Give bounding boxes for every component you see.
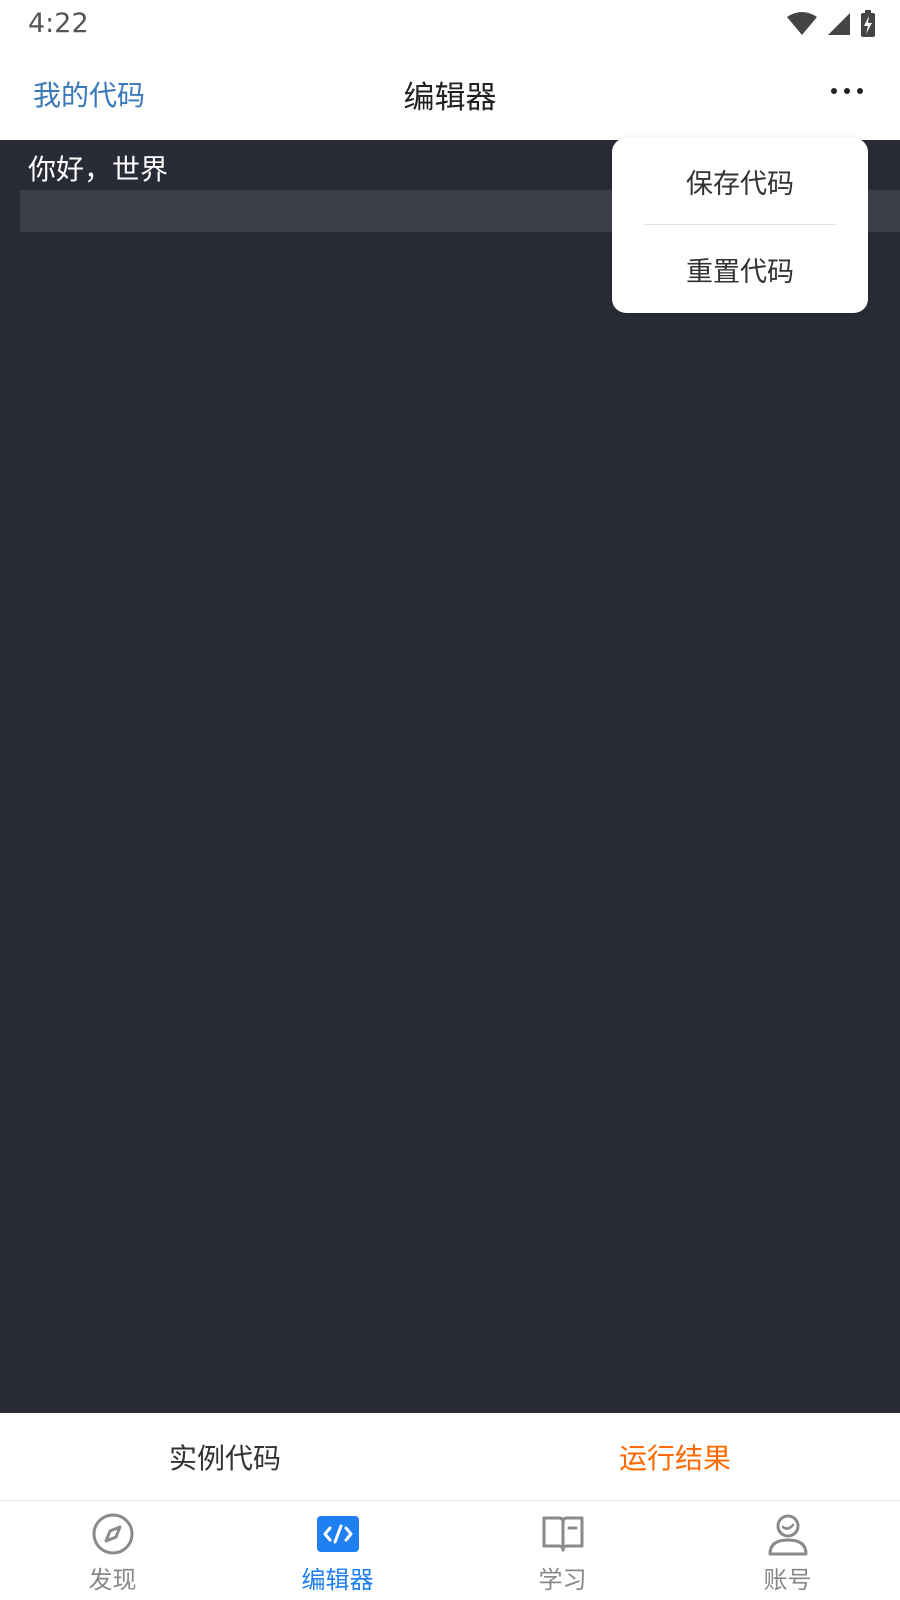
code-line: 你好，世界 [28,153,169,186]
book-icon [540,1511,586,1557]
status-icons [786,10,876,42]
tab-example-code[interactable]: 实例代码 [0,1413,450,1501]
nav-label: 编辑器 [301,1566,374,1594]
menu-item-save-code[interactable]: 保存代码 [612,138,868,224]
status-bar: 4:22 [0,0,900,50]
menu-item-reset-code[interactable]: 重置代码 [612,226,868,312]
my-code-link[interactable]: 我的代码 [33,74,145,114]
nav-item-learn[interactable]: 学习 [450,1501,675,1600]
menu-divider [644,224,836,225]
nav-label: 发现 [88,1566,137,1594]
battery-charging-icon [860,10,876,42]
wifi-icon [786,11,818,41]
status-time: 4:22 [28,8,89,39]
user-icon [765,1511,811,1557]
code-icon [315,1511,361,1557]
more-menu: 保存代码 重置代码 [612,138,868,313]
more-button[interactable] [824,70,870,110]
nav-item-account[interactable]: 账号 [675,1501,900,1600]
tab-run-result[interactable]: 运行结果 [450,1413,900,1501]
nav-item-discover[interactable]: 发现 [0,1501,225,1600]
signal-icon [826,11,852,41]
more-horizontal-icon [829,81,865,100]
nav-item-editor[interactable]: 编辑器 [225,1501,450,1600]
app-header: 我的代码 编辑器 [0,50,900,140]
code-editor[interactable]: 你好，世界 [0,140,900,1413]
nav-label: 账号 [763,1566,812,1594]
code-tabs: 实例代码 运行结果 [0,1413,900,1501]
bottom-nav: 发现 编辑器 学习 账号 [0,1501,900,1600]
nav-label: 学习 [538,1566,587,1594]
compass-icon [90,1511,136,1557]
